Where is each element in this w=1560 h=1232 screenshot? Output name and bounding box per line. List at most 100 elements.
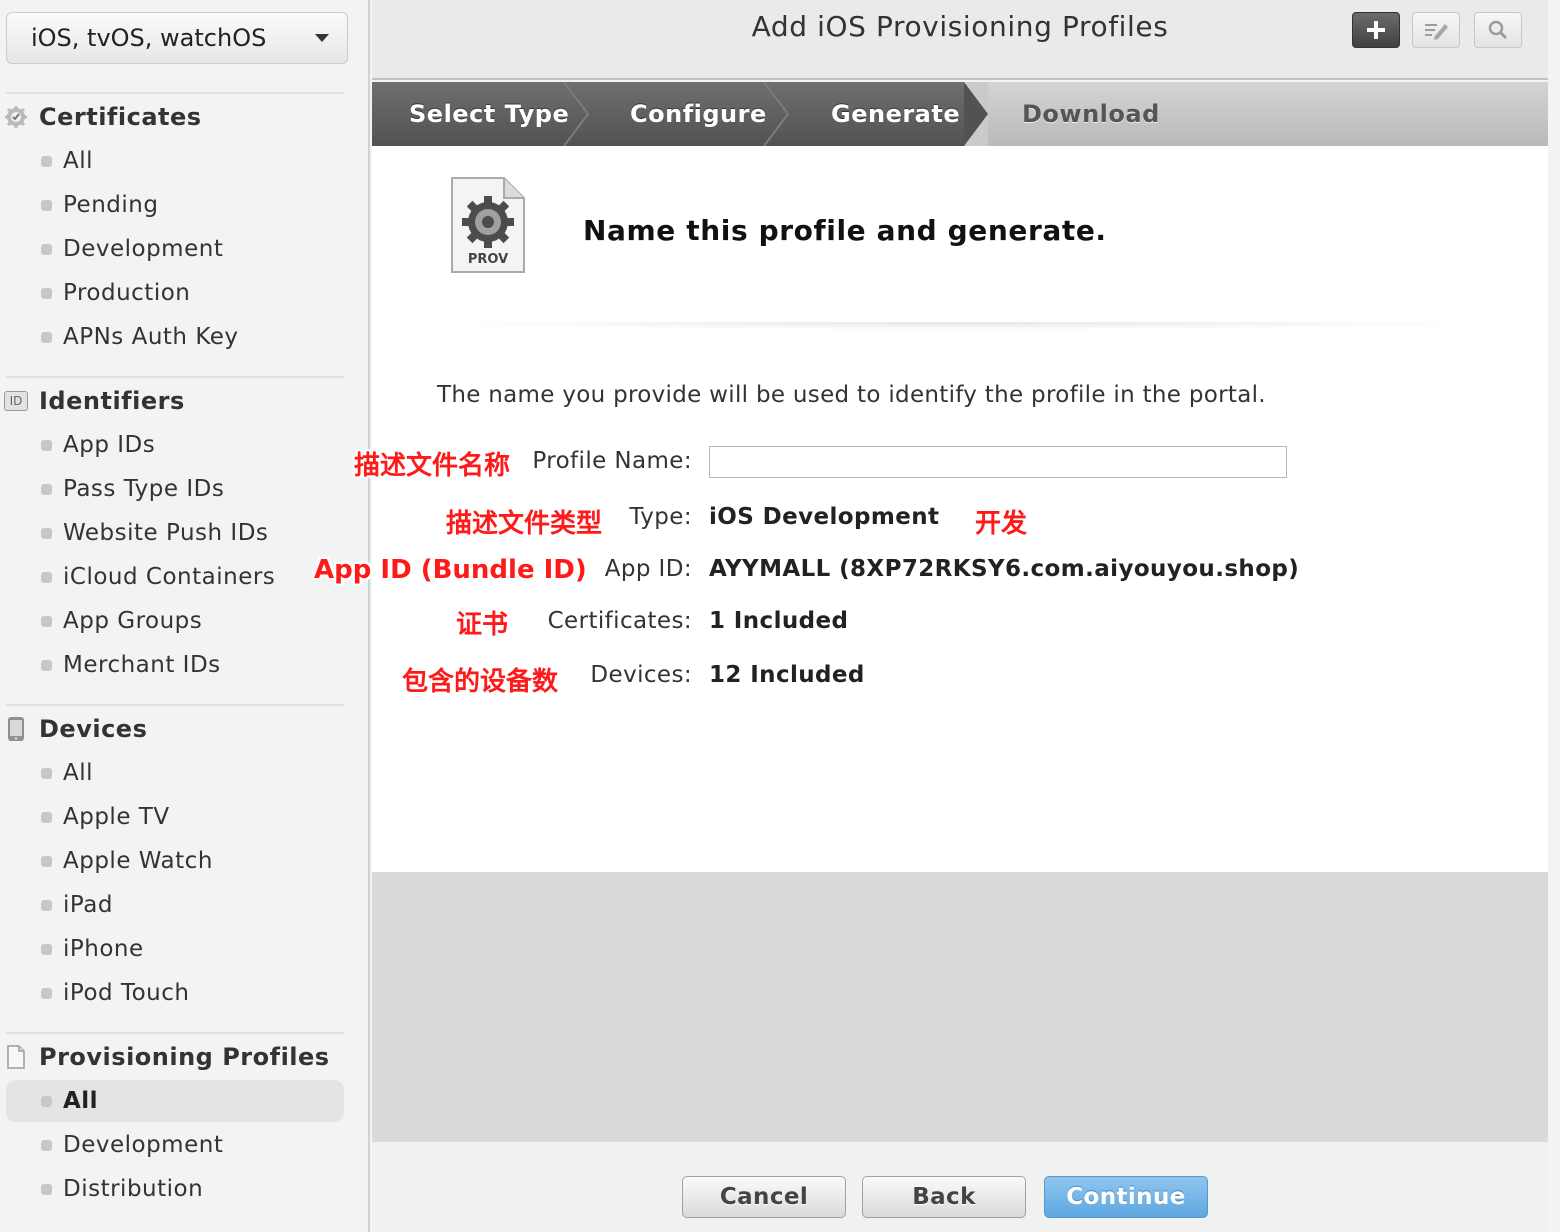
id-badge-text: ID (4, 391, 28, 411)
sidebar-item-label: Production (63, 280, 191, 306)
sidebar-item-apple-watch[interactable]: Apple Watch (6, 840, 344, 882)
annotation-type: 描述文件类型 (446, 509, 603, 539)
sidebar-item-label: Apple TV (63, 804, 170, 830)
section-header-provisioning-profiles[interactable]: Provisioning Profiles (0, 1037, 360, 1077)
form-intro-text: The name you provide will be used to ide… (437, 382, 1266, 408)
sidebar-item-certificates-all[interactable]: All (6, 140, 344, 182)
devices-value: 12 Included (709, 662, 865, 688)
bullet-icon (41, 155, 52, 167)
edit-button[interactable] (1412, 12, 1460, 48)
section-title: Identifiers (39, 387, 185, 415)
section-header-identifiers[interactable]: ID Identifiers (0, 381, 360, 421)
bullet-icon (41, 659, 52, 671)
section-divider (6, 1032, 344, 1034)
bullet-icon (41, 899, 52, 911)
title-bar: Add iOS Provisioning Profiles (372, 0, 1548, 80)
sidebar-item-profiles-all[interactable]: All (6, 1080, 344, 1122)
annotation-profile-name: 描述文件名称 (354, 451, 511, 481)
main-panel: Add iOS Provisioning Profiles Select Typ… (372, 0, 1548, 1232)
sidebar-item-profiles-development[interactable]: Development (6, 1124, 344, 1166)
certificate-gear-icon (3, 104, 29, 130)
sidebar-item-app-ids[interactable]: App IDs (6, 424, 344, 466)
sidebar-item-devices-all[interactable]: All (6, 752, 344, 794)
sidebar-item-label: iPad (63, 892, 113, 918)
sidebar-item-profiles-distribution[interactable]: Distribution (6, 1168, 344, 1210)
sidebar-item-certificates-pending[interactable]: Pending (6, 184, 344, 226)
step-separator-icon (964, 82, 988, 146)
bullet-icon (41, 1139, 52, 1151)
provisioning-icon-text: PROV (467, 252, 509, 267)
profile-name-input[interactable] (709, 446, 1287, 478)
sidebar-item-label: All (63, 760, 94, 786)
type-value: iOS Development (709, 504, 940, 530)
annotation-certificates: 证书 (456, 610, 509, 640)
section-divider (6, 704, 344, 706)
step-select-type: Select Type (409, 100, 570, 128)
bullet-icon (41, 767, 52, 779)
sidebar-item-label: Distribution (63, 1176, 204, 1202)
sidebar-item-ipad[interactable]: iPad (6, 884, 344, 926)
bullet-icon (41, 483, 52, 495)
annotation-type-value: 开发 (975, 509, 1028, 539)
bullet-icon (41, 987, 52, 999)
back-button[interactable]: Back (862, 1176, 1026, 1218)
sidebar-item-apple-tv[interactable]: Apple TV (6, 796, 344, 838)
bullet-icon (41, 439, 52, 451)
profile-name-label: Profile Name: (532, 448, 692, 474)
device-phone-icon (3, 716, 29, 742)
type-label: Type: (629, 504, 692, 530)
sidebar-item-label: APNs Auth Key (63, 324, 239, 350)
sidebar-item-label: iPhone (63, 936, 144, 962)
sidebar-item-certificates-production[interactable]: Production (6, 272, 344, 314)
bullet-icon (41, 287, 52, 299)
platform-select[interactable]: iOS, tvOS, watchOS (6, 12, 348, 64)
sidebar-item-icloud-containers[interactable]: iCloud Containers (6, 556, 344, 598)
sidebar-item-ipod-touch[interactable]: iPod Touch (6, 972, 344, 1014)
section-header-certificates[interactable]: Certificates (0, 97, 360, 137)
sidebar-item-website-push-ids[interactable]: Website Push IDs (6, 512, 344, 554)
sidebar-item-label: Development (63, 236, 224, 262)
continue-button[interactable]: Continue (1044, 1176, 1208, 1218)
search-button[interactable] (1474, 12, 1522, 48)
section-divider (6, 92, 344, 94)
sidebar-item-pass-type-ids[interactable]: Pass Type IDs (6, 468, 344, 510)
document-icon (3, 1044, 29, 1070)
section-title: Devices (39, 715, 148, 743)
bullet-icon (41, 243, 52, 255)
sidebar-item-iphone[interactable]: iPhone (6, 928, 344, 970)
sidebar-item-label: Development (63, 1132, 224, 1158)
annotation-app-id: App ID (Bundle ID) (314, 555, 587, 585)
certificates-label: Certificates: (547, 608, 692, 634)
sidebar-item-app-groups[interactable]: App Groups (6, 600, 344, 642)
section-divider (6, 376, 344, 378)
sidebar-item-label: App IDs (63, 432, 156, 458)
step-generate: Generate (831, 100, 961, 128)
chevron-down-icon (315, 34, 329, 42)
add-button[interactable] (1352, 12, 1400, 48)
bullet-icon (41, 331, 52, 343)
content-divider (432, 322, 1492, 330)
sidebar-item-label: Pass Type IDs (63, 476, 225, 502)
sidebar-item-label: Pending (63, 192, 159, 218)
sidebar-item-label: Apple Watch (63, 848, 213, 874)
step-configure: Configure (630, 100, 767, 128)
sidebar-item-label: iCloud Containers (63, 564, 276, 590)
app-id-label: App ID: (604, 556, 692, 582)
cancel-button[interactable]: Cancel (682, 1176, 846, 1218)
bullet-icon (41, 1095, 52, 1107)
section-header-devices[interactable]: Devices (0, 709, 360, 749)
provisioning-profile-icon: PROV (450, 176, 526, 274)
certificates-value: 1 Included (709, 608, 849, 634)
form-headline: Name this profile and generate. (583, 214, 1107, 247)
bullet-icon (41, 1183, 52, 1195)
sidebar-item-certificates-development[interactable]: Development (6, 228, 344, 270)
bullet-icon (41, 571, 52, 583)
edit-icon (1425, 24, 1448, 40)
sidebar-item-certificates-apns-auth-key[interactable]: APNs Auth Key (6, 316, 344, 358)
bullet-icon (41, 527, 52, 539)
sidebar-item-label: Merchant IDs (63, 652, 221, 678)
app-id-value: AYYMALL (8XP72RKSY6.com.aiyouyou.shop) (709, 556, 1300, 582)
sidebar-item-merchant-ids[interactable]: Merchant IDs (6, 644, 344, 686)
search-icon (1488, 20, 1508, 40)
platform-select-value: iOS, tvOS, watchOS (31, 24, 267, 52)
